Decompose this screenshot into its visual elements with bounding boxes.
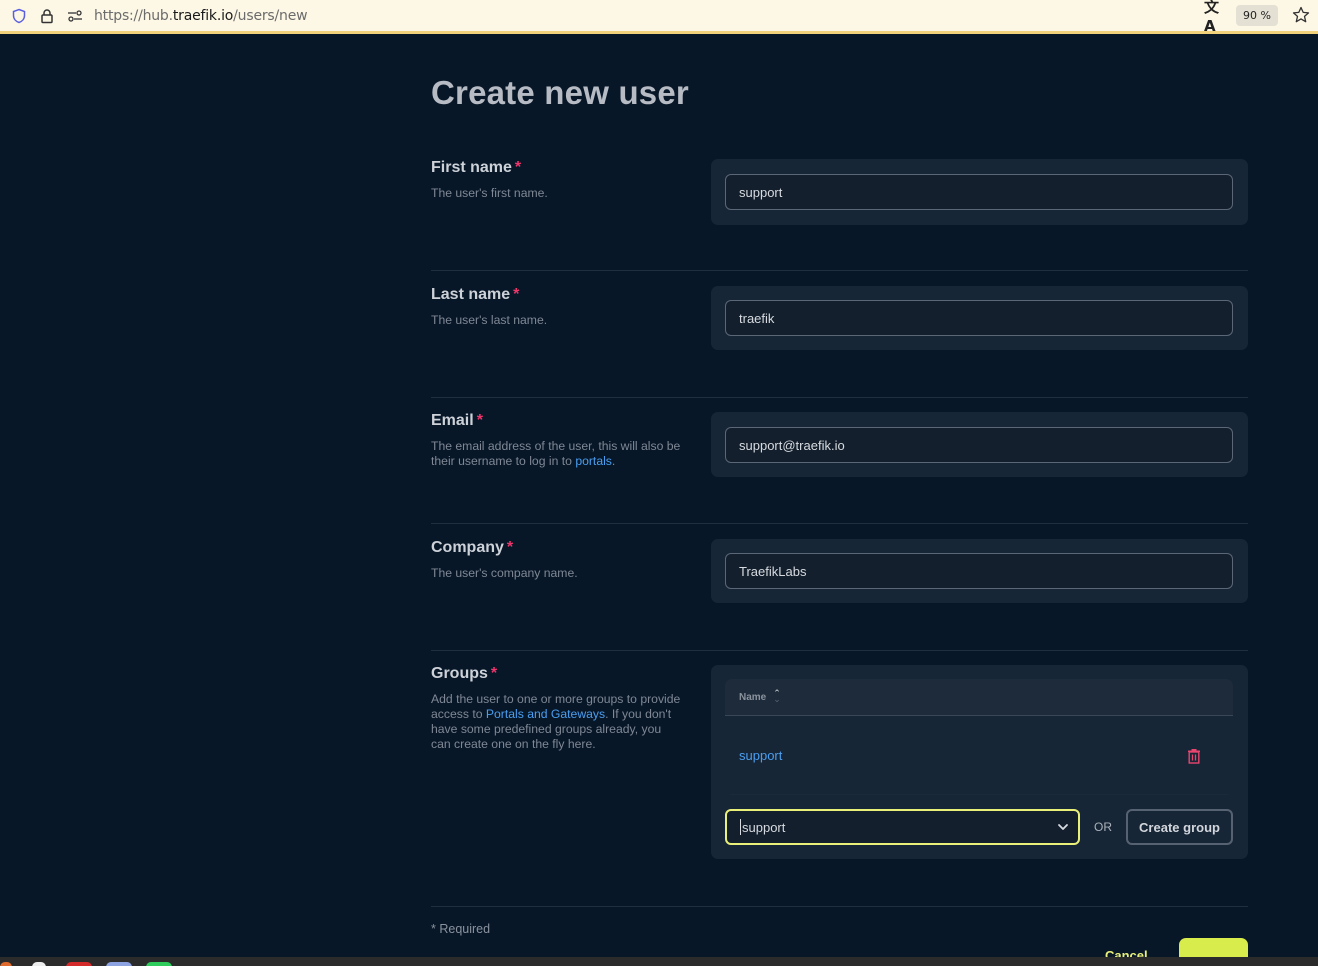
divider bbox=[431, 906, 1248, 907]
taskbar-app-icon[interactable] bbox=[146, 962, 172, 966]
company-card: TraefikLabs bbox=[711, 539, 1248, 603]
first-name-input[interactable]: support bbox=[725, 174, 1233, 210]
portals-link[interactable]: portals bbox=[575, 454, 612, 468]
required-note: * Required bbox=[431, 922, 491, 936]
browser-url-bar: https://hub.traefik.io/users/new 文A 90 % bbox=[0, 0, 1318, 35]
table-row: support bbox=[725, 716, 1233, 794]
translate-icon[interactable]: 文A bbox=[1204, 0, 1226, 35]
chevron-down-icon[interactable] bbox=[1057, 821, 1069, 833]
first-name-section: First name * The user's first name. suppo… bbox=[431, 159, 1248, 229]
email-description-suffix: . bbox=[611, 454, 616, 468]
required-asterisk: * bbox=[476, 412, 483, 429]
shield-icon[interactable] bbox=[9, 6, 29, 26]
url-scheme: https://hub. bbox=[94, 7, 173, 24]
group-select[interactable]: support bbox=[725, 809, 1080, 845]
company-input[interactable]: TraefikLabs bbox=[725, 553, 1233, 589]
taskbar-app-icon[interactable] bbox=[0, 962, 12, 966]
email-input[interactable]: support@traefik.io bbox=[725, 427, 1233, 463]
first-name-card: support bbox=[711, 159, 1248, 225]
divider bbox=[431, 523, 1248, 524]
company-section: Company * The user's company name. Traefi… bbox=[431, 539, 1248, 609]
email-card: support@traefik.io bbox=[711, 412, 1248, 477]
required-asterisk: * bbox=[490, 665, 498, 682]
last-name-description: The user's last name. bbox=[431, 313, 548, 327]
last-name-card: traefik bbox=[711, 286, 1248, 350]
first-name-description: The user's first name. bbox=[431, 186, 548, 200]
lock-icon[interactable] bbox=[37, 6, 57, 26]
divider bbox=[431, 397, 1248, 398]
taskbar-app-icon[interactable] bbox=[106, 962, 132, 966]
taskbar bbox=[0, 957, 1318, 966]
last-name-section: Last name * The user's last name. traefik bbox=[431, 286, 1248, 356]
groups-section: Groups * Add the user to one or more grou… bbox=[431, 665, 1248, 860]
divider bbox=[431, 270, 1248, 271]
groups-table-header: Name ⌃ ⌄ bbox=[725, 679, 1233, 716]
permissions-icon[interactable] bbox=[65, 6, 85, 26]
email-description-text: The email address of the user, this will… bbox=[431, 439, 681, 468]
taskbar-app-icon[interactable] bbox=[66, 962, 92, 966]
groups-description: Add the user to one or more groups to pr… bbox=[431, 692, 681, 752]
url-host: traefik.io bbox=[172, 7, 234, 24]
taskbar-app-icon[interactable] bbox=[32, 962, 46, 966]
sort-icon[interactable]: ⌃ ⌄ bbox=[773, 690, 781, 705]
last-name-label-text: Last name bbox=[431, 286, 511, 303]
group-name-link[interactable]: support bbox=[739, 748, 782, 763]
create-group-button[interactable]: Create group bbox=[1126, 809, 1233, 845]
groups-label-text: Groups bbox=[431, 665, 488, 682]
zoom-level-badge[interactable]: 90 % bbox=[1236, 4, 1278, 26]
trash-icon[interactable] bbox=[1186, 748, 1202, 764]
required-asterisk: * bbox=[506, 539, 514, 556]
groups-card: Name ⌃ ⌄ support support OR Create group bbox=[711, 665, 1248, 859]
url-path: /users/new bbox=[233, 7, 308, 24]
last-name-input[interactable]: traefik bbox=[725, 300, 1233, 336]
groups-table: Name ⌃ ⌄ support bbox=[725, 679, 1233, 795]
url-field[interactable]: https://hub.traefik.io/users/new bbox=[94, 7, 308, 24]
required-asterisk: * bbox=[514, 159, 522, 176]
bookmark-star-icon[interactable] bbox=[1290, 4, 1312, 26]
or-label: OR bbox=[1094, 820, 1112, 834]
company-description: The user's company name. bbox=[431, 566, 578, 580]
portals-and-gateways-link[interactable]: Portals and Gateways bbox=[486, 707, 605, 721]
required-asterisk: * bbox=[513, 286, 520, 303]
url-bar-actions: 文A 90 % bbox=[1204, 0, 1312, 35]
divider bbox=[431, 650, 1248, 651]
page-title: Create new user bbox=[431, 74, 689, 111]
company-label-text: Company bbox=[431, 539, 504, 556]
email-section: Email * The email address of the user, th… bbox=[431, 412, 1248, 482]
first-name-label-text: First name bbox=[431, 159, 512, 176]
text-cursor bbox=[740, 819, 741, 835]
email-label-text: Email bbox=[431, 412, 474, 429]
email-description: The email address of the user, this will… bbox=[431, 439, 681, 469]
column-header-name[interactable]: Name bbox=[739, 692, 766, 703]
group-select-value: support bbox=[742, 819, 786, 835]
